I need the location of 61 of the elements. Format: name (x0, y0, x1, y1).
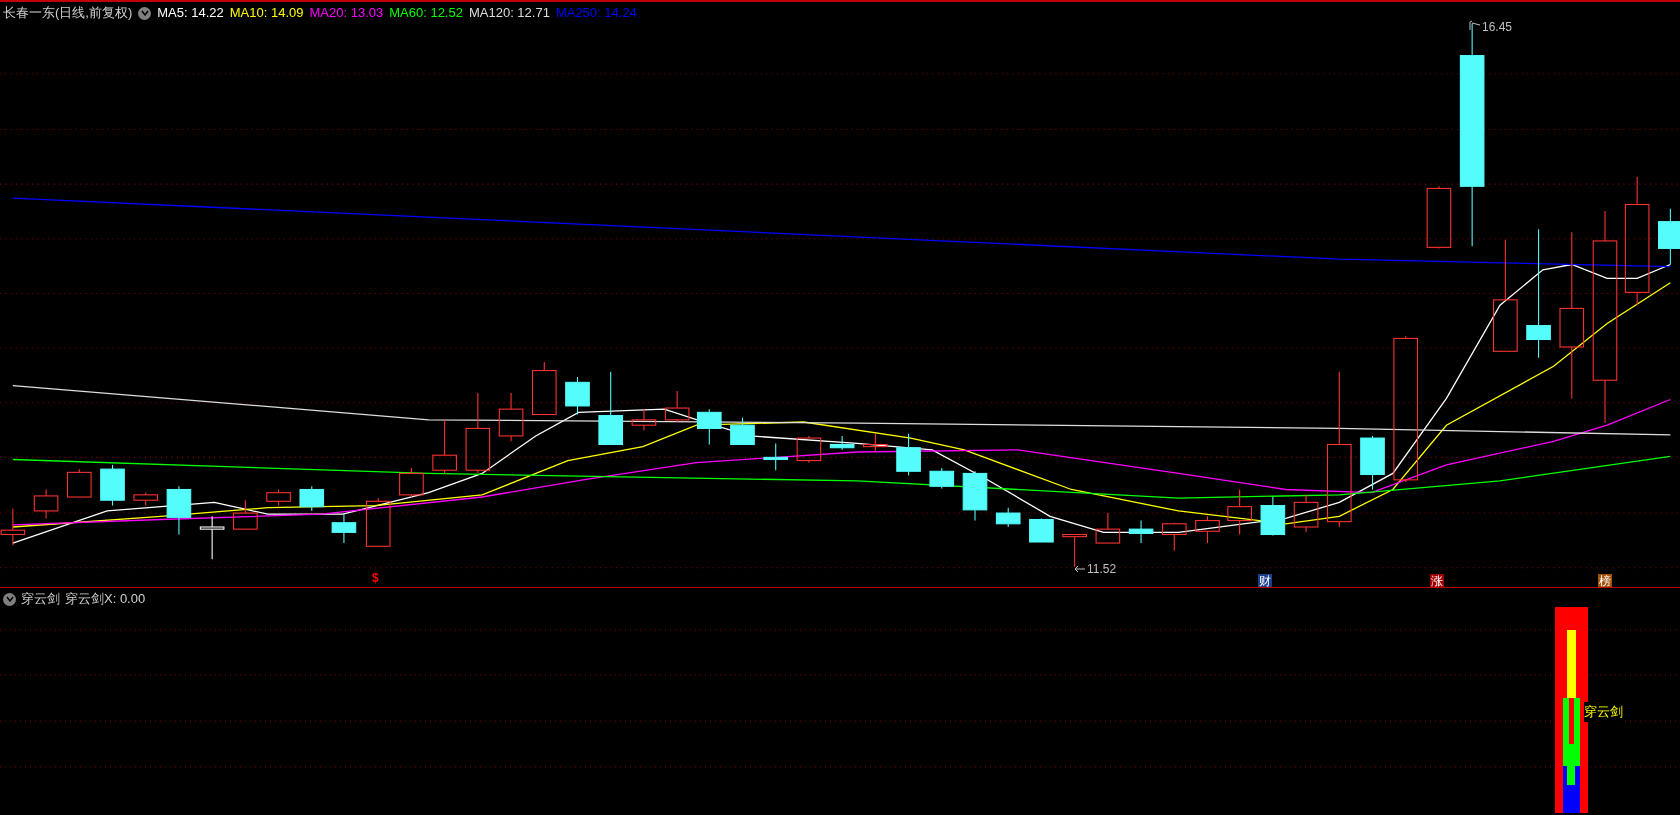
candlestick (498, 392, 524, 442)
candlestick (863, 433, 888, 453)
signal-tag: 涨 (1430, 574, 1444, 588)
candlestick (565, 376, 590, 416)
candlestick (365, 497, 391, 547)
candlestick (0, 508, 26, 546)
candlestick (1227, 488, 1252, 536)
candlestick (1095, 512, 1121, 544)
candlestick (1029, 517, 1054, 543)
candlestick (432, 419, 457, 474)
candlestick (1293, 494, 1319, 533)
candlestick (1360, 435, 1385, 491)
low-price-label: 11.52 (1087, 562, 1117, 576)
candlestick (1062, 533, 1087, 568)
dropdown-icon[interactable] (3, 592, 16, 606)
candlestick (1195, 515, 1220, 544)
signal-tag: 榜 (1598, 574, 1612, 588)
candlestick (995, 507, 1021, 528)
candlestick (1128, 520, 1154, 544)
moving-average-label: MA250: 14.24 (555, 4, 637, 22)
indicator-name: 穿云剑 (21, 590, 60, 608)
signal-marker: $ (372, 571, 379, 585)
candlestick (962, 470, 988, 522)
candlestick (631, 408, 657, 432)
candlestick (331, 513, 357, 544)
candlestick (1658, 208, 1680, 266)
candlestick (730, 417, 755, 446)
candlestick (299, 485, 325, 512)
candlestick (1161, 522, 1187, 552)
indicator-value: 穿云剑X: 0.00 (65, 590, 146, 608)
candlestick (266, 488, 291, 507)
candlestick (33, 488, 59, 519)
chart-title: 长春一东(日线,前复权) (3, 4, 133, 22)
candlestick (233, 499, 258, 530)
signal-label: 穿云剑 (1584, 702, 1623, 722)
candlestick (100, 464, 125, 507)
candlestick (763, 442, 789, 471)
candlestick (896, 433, 921, 477)
candlestick (199, 515, 225, 560)
leader-line (1074, 565, 1086, 573)
moving-average-label: MA60: 12.52 (389, 4, 463, 22)
candlestick (796, 435, 822, 464)
dropdown-icon[interactable] (138, 6, 152, 20)
moving-average-label: MA5: 14.22 (157, 4, 224, 22)
candlestick (399, 467, 424, 498)
candlestick (829, 435, 855, 451)
candlestick (929, 467, 955, 489)
candlestick (531, 361, 557, 416)
candlestick (1426, 185, 1452, 249)
candlestick (696, 408, 722, 446)
candlestick (664, 390, 690, 423)
signal-tag: 财 (1258, 574, 1272, 588)
moving-average-label: MA10: 14.09 (229, 4, 304, 22)
moving-average-label: MA20: 13.03 (309, 4, 384, 22)
high-price-label: 16.45 (1482, 20, 1513, 34)
candlestick (1260, 496, 1286, 537)
candlestick (66, 468, 92, 498)
moving-average-label: MA120: 12.71 (468, 4, 550, 22)
candlestick (166, 485, 192, 536)
candlestick (133, 492, 159, 507)
leader-line (1469, 20, 1481, 30)
